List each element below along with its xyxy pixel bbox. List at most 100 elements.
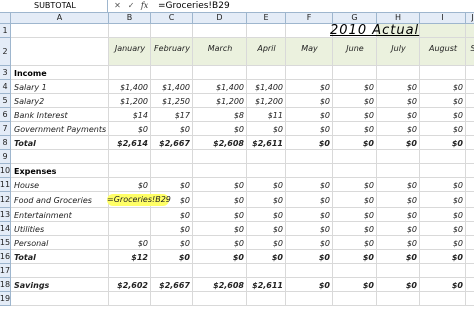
- cell[interactable]: [466, 208, 474, 222]
- cell[interactable]: [420, 66, 466, 80]
- cell[interactable]: [466, 150, 474, 164]
- row-header-3[interactable]: 3: [0, 66, 11, 80]
- cell[interactable]: [466, 136, 474, 150]
- cell[interactable]: [466, 94, 474, 108]
- cell[interactable]: [466, 24, 474, 38]
- row-header-16[interactable]: 16: [0, 250, 11, 264]
- cell[interactable]: [466, 122, 474, 136]
- cell[interactable]: [247, 164, 286, 178]
- cell[interactable]: [377, 292, 420, 306]
- cell[interactable]: [333, 164, 377, 178]
- cell[interactable]: [377, 264, 420, 278]
- column-header-f[interactable]: F: [286, 13, 333, 24]
- cell[interactable]: [333, 150, 377, 164]
- row-header-14[interactable]: 14: [0, 222, 11, 236]
- row-header-11[interactable]: 11: [0, 178, 11, 192]
- cell[interactable]: [466, 250, 474, 264]
- name-box[interactable]: SUBTOTAL: [0, 0, 108, 13]
- cell[interactable]: [286, 66, 333, 80]
- cell[interactable]: [286, 24, 333, 38]
- cell[interactable]: [466, 108, 474, 122]
- cell[interactable]: [151, 164, 193, 178]
- column-header-c[interactable]: C: [151, 13, 193, 24]
- cell[interactable]: [151, 150, 193, 164]
- cell[interactable]: [466, 192, 474, 208]
- cell[interactable]: [286, 164, 333, 178]
- cell[interactable]: [151, 66, 193, 80]
- cell[interactable]: [333, 292, 377, 306]
- cell[interactable]: [466, 164, 474, 178]
- cell[interactable]: [286, 264, 333, 278]
- worksheet-grid[interactable]: A B C D E F G H I J 1 2 3 4 5 6 7 8 9 10 11 12 13 14 15 16 17 18 19 2…: [0, 13, 474, 326]
- column-header-e[interactable]: E: [247, 13, 286, 24]
- cell[interactable]: [109, 222, 151, 236]
- cell[interactable]: [11, 264, 109, 278]
- row-header-5[interactable]: 5: [0, 94, 11, 108]
- cell[interactable]: [466, 222, 474, 236]
- column-header-i[interactable]: I: [420, 13, 466, 24]
- cell[interactable]: [109, 264, 151, 278]
- cell[interactable]: [151, 292, 193, 306]
- cell[interactable]: [377, 164, 420, 178]
- row-header-13[interactable]: 13: [0, 208, 11, 222]
- cell[interactable]: [333, 66, 377, 80]
- cancel-icon[interactable]: ✕: [112, 0, 123, 12]
- insert-function-icon[interactable]: fx: [139, 0, 150, 12]
- formula-input[interactable]: =Groceries!B29: [158, 0, 230, 13]
- cell[interactable]: [109, 164, 151, 178]
- cell[interactable]: [466, 236, 474, 250]
- cell[interactable]: [11, 24, 109, 38]
- cell[interactable]: [466, 178, 474, 192]
- cell[interactable]: [247, 264, 286, 278]
- cell[interactable]: [109, 208, 151, 222]
- cell[interactable]: [420, 264, 466, 278]
- row-header-2[interactable]: 2: [0, 38, 11, 66]
- cell[interactable]: [466, 80, 474, 94]
- cell[interactable]: [11, 150, 109, 164]
- row-header-18[interactable]: 18: [0, 278, 11, 292]
- cell[interactable]: [193, 150, 247, 164]
- cell[interactable]: [193, 264, 247, 278]
- enter-icon[interactable]: ✓: [126, 0, 137, 12]
- cell[interactable]: [466, 292, 474, 306]
- cell[interactable]: [377, 66, 420, 80]
- cell[interactable]: [109, 150, 151, 164]
- cell[interactable]: [466, 264, 474, 278]
- row-header-4[interactable]: 4: [0, 80, 11, 94]
- cell[interactable]: [151, 24, 193, 38]
- cell[interactable]: [109, 292, 151, 306]
- cell[interactable]: [193, 292, 247, 306]
- cell[interactable]: [286, 150, 333, 164]
- select-all-corner[interactable]: [0, 13, 11, 24]
- column-header-b[interactable]: B: [109, 13, 151, 24]
- cell[interactable]: [11, 38, 109, 66]
- cell[interactable]: [377, 150, 420, 164]
- row-header-6[interactable]: 6: [0, 108, 11, 122]
- column-header-j[interactable]: J: [466, 13, 474, 24]
- cell[interactable]: [466, 66, 474, 80]
- row-header-7[interactable]: 7: [0, 122, 11, 136]
- row-header-9[interactable]: 9: [0, 150, 11, 164]
- cell[interactable]: [286, 292, 333, 306]
- cell[interactable]: [247, 24, 286, 38]
- cell[interactable]: [193, 24, 247, 38]
- row-header-12[interactable]: 12: [0, 192, 11, 208]
- cell[interactable]: [247, 150, 286, 164]
- cell[interactable]: [333, 264, 377, 278]
- cell[interactable]: [109, 24, 151, 38]
- cell[interactable]: [247, 292, 286, 306]
- cell[interactable]: [466, 278, 474, 292]
- cell[interactable]: [420, 292, 466, 306]
- cell[interactable]: [420, 24, 466, 38]
- row-header-19[interactable]: 19: [0, 292, 11, 306]
- cell[interactable]: [193, 66, 247, 80]
- cell[interactable]: [11, 292, 109, 306]
- cell[interactable]: [109, 66, 151, 80]
- cell[interactable]: [420, 150, 466, 164]
- row-header-8[interactable]: 8: [0, 136, 11, 150]
- row-header-10[interactable]: 10: [0, 164, 11, 178]
- row-header-1[interactable]: 1: [0, 24, 11, 38]
- row-header-17[interactable]: 17: [0, 264, 11, 278]
- column-header-a[interactable]: A: [11, 13, 109, 24]
- cell[interactable]: [420, 164, 466, 178]
